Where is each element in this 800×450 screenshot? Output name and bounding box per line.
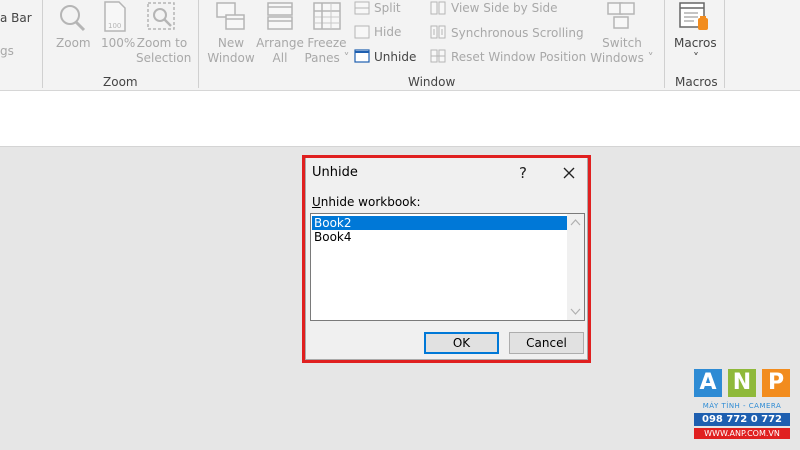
- new-window-icon: [216, 2, 245, 30]
- window-group-label: Window: [408, 75, 456, 89]
- magnifier-icon: [60, 5, 86, 32]
- new-window-label-2: Window: [207, 51, 255, 65]
- zoom-to-selection-label-1: Zoom to: [136, 36, 188, 50]
- arrange-all-label-2: All: [272, 51, 288, 65]
- group-separator: [724, 0, 725, 88]
- zoom-to-selection-icon: [147, 2, 175, 30]
- arrange-all-icon: [267, 2, 293, 30]
- ok-button[interactable]: OK: [424, 332, 499, 354]
- logo-tagline: MÁY TÍNH - CAMERA: [702, 402, 782, 410]
- access-key: U: [312, 195, 321, 209]
- macros-icon: [679, 2, 708, 30]
- list-item-book4[interactable]: Book4: [312, 230, 568, 244]
- group-separator: [198, 0, 199, 88]
- label-text: nhide workbook:: [320, 195, 421, 209]
- vertical-scrollbar[interactable]: [567, 214, 584, 320]
- logo-letter-a: A: [694, 369, 722, 397]
- dialog-title: Unhide: [312, 165, 358, 180]
- help-button[interactable]: ?: [512, 162, 534, 184]
- headings-checkbox-label[interactable]: gs: [0, 44, 14, 59]
- reset-window-position-label: Reset Window Position: [451, 50, 587, 64]
- group-separator: [42, 0, 43, 88]
- logo-letter-p: P: [762, 369, 790, 397]
- synchronous-scrolling-icon: [430, 25, 446, 39]
- freeze-panes-icon: [313, 2, 341, 30]
- switch-windows-label-1: Switch: [602, 36, 642, 50]
- switch-windows-icon: [607, 2, 635, 29]
- reset-window-position-icon: [430, 49, 446, 63]
- formula-bar-area: [0, 91, 800, 147]
- arrange-all-label-1: Arrange: [256, 36, 304, 50]
- formula-bar-checkbox-label[interactable]: a Bar: [0, 11, 32, 26]
- unhide-label: Unhide: [374, 50, 417, 64]
- unhide-workbook-label: Unhide workbook:: [312, 195, 421, 209]
- macros-dropdown-arrow[interactable]: ˅: [674, 51, 718, 66]
- workbook-listbox[interactable]: Book2 Book4: [310, 213, 585, 321]
- freeze-panes-label-1: Freeze: [307, 36, 347, 50]
- group-separator: [664, 0, 665, 88]
- synchronous-scrolling-label: Synchronous Scrolling: [451, 26, 584, 40]
- zoom-100-icon: 100: [104, 1, 126, 32]
- svg-text:100: 100: [108, 22, 121, 30]
- unhide-icon: [354, 49, 370, 63]
- hide-label: Hide: [374, 25, 402, 39]
- zoom-label: Zoom: [56, 36, 91, 50]
- macros-group-label: Macros: [675, 75, 718, 89]
- scroll-up-icon[interactable]: [567, 214, 584, 231]
- zoom-group-label: Zoom: [103, 75, 138, 89]
- ribbon: a Bar gs Zoom 100 100% Zoom to Selection…: [0, 0, 800, 91]
- logo-website: WWW.ANP.COM.VN: [694, 428, 790, 439]
- side-by-side-icon: [430, 1, 446, 15]
- split-icon: [354, 1, 370, 15]
- cancel-button[interactable]: Cancel: [509, 332, 584, 354]
- logo-letter-n: N: [728, 369, 756, 397]
- new-window-label-1: New: [217, 36, 245, 50]
- zoom-to-selection-label-2: Selection: [136, 51, 192, 65]
- list-item-book2[interactable]: Book2: [312, 216, 568, 230]
- hide-icon: [354, 25, 370, 39]
- unhide-dialog: Unhide ? Unhide workbook: Book2 Book4 OK…: [305, 157, 588, 360]
- scroll-down-icon[interactable]: [567, 303, 584, 320]
- anp-watermark-logo: A N P MÁY TÍNH - CAMERA 098 772 0 772 WW…: [692, 369, 792, 445]
- close-button[interactable]: [556, 160, 582, 186]
- switch-windows-label-2: Windows ˅: [590, 51, 654, 65]
- macros-label: Macros: [674, 36, 717, 50]
- view-side-by-side-label: View Side by Side: [451, 1, 558, 15]
- zoom-100-label: 100%: [101, 36, 136, 50]
- freeze-panes-label-2: Panes ˅: [304, 51, 350, 65]
- close-icon: [563, 167, 575, 179]
- logo-phone: 098 772 0 772: [694, 413, 790, 426]
- split-label: Split: [374, 1, 401, 15]
